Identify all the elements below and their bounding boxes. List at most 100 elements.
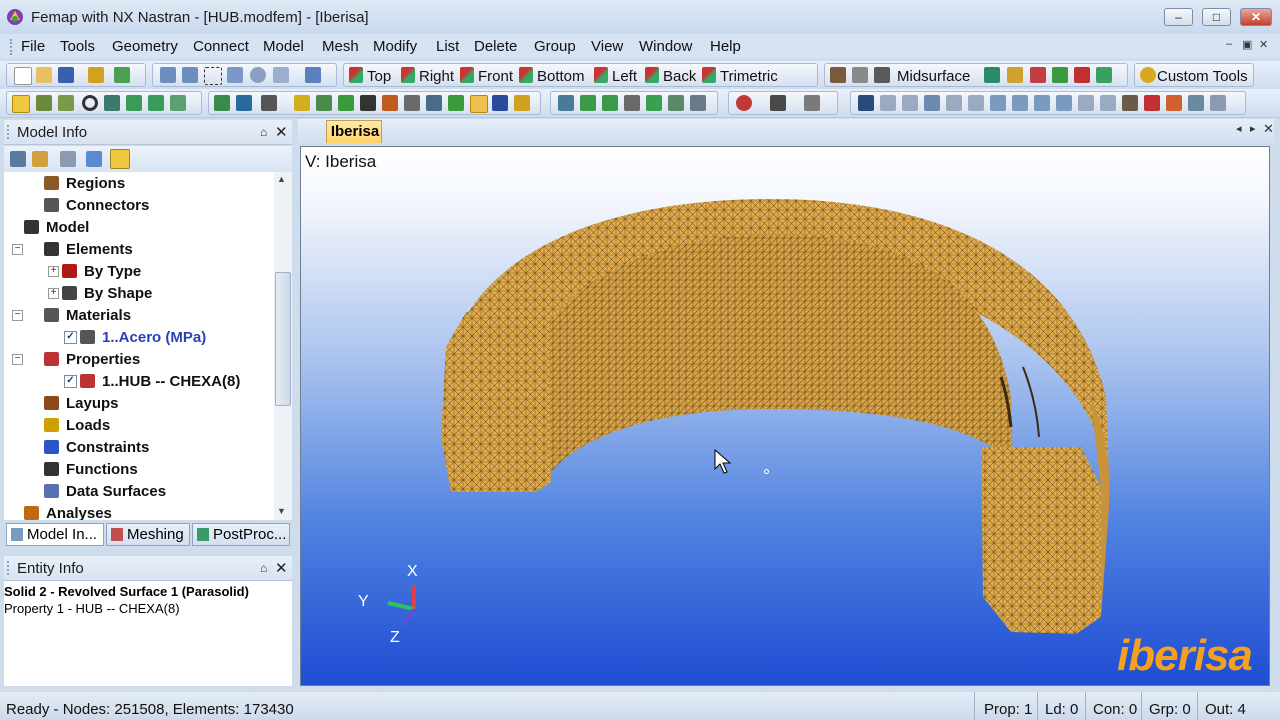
entity-10-icon[interactable] bbox=[470, 95, 488, 113]
view-top-button[interactable]: Top bbox=[367, 68, 391, 85]
menu-geometry[interactable]: Geometry bbox=[112, 38, 178, 55]
tree-item-model[interactable]: −Model bbox=[4, 216, 274, 238]
new-file-icon[interactable] bbox=[14, 67, 32, 85]
maximize-button[interactable]: □ bbox=[1202, 8, 1231, 26]
scroll-up-icon[interactable]: ▲ bbox=[277, 174, 286, 184]
solid-icon[interactable] bbox=[170, 95, 186, 111]
close-button[interactable]: ✕ bbox=[1240, 8, 1272, 26]
view-left-button[interactable]: Left bbox=[612, 68, 637, 85]
mdi-close-button[interactable]: ✕ bbox=[1259, 38, 1268, 51]
rotate-icon[interactable] bbox=[250, 67, 266, 83]
output-5-icon[interactable] bbox=[946, 95, 962, 111]
view-right-button[interactable]: Right bbox=[419, 68, 454, 85]
point-icon[interactable] bbox=[82, 95, 98, 111]
tree-expand-icon[interactable] bbox=[10, 151, 26, 167]
view-front-button[interactable]: Front bbox=[478, 68, 513, 85]
hub-mesh-model[interactable] bbox=[301, 147, 1269, 685]
entity-12-icon[interactable] bbox=[514, 95, 530, 111]
mesh-2-icon[interactable] bbox=[580, 95, 596, 111]
tree-filter-icon[interactable] bbox=[60, 151, 76, 167]
view-style-icon[interactable] bbox=[273, 67, 289, 83]
output-7-icon[interactable] bbox=[990, 95, 1006, 111]
mesh-4-icon[interactable] bbox=[624, 95, 640, 111]
output-16-icon[interactable] bbox=[1188, 95, 1204, 111]
entity-9-icon[interactable] bbox=[448, 95, 464, 111]
view-nav-next[interactable]: ▸ bbox=[1250, 122, 1256, 135]
output-10-icon[interactable] bbox=[1056, 95, 1072, 111]
tree-item-by-type[interactable]: + By Type bbox=[4, 260, 274, 282]
view-bottom-button[interactable]: Bottom bbox=[537, 68, 585, 85]
menu-file[interactable]: File bbox=[21, 38, 45, 55]
tree-expander[interactable]: + bbox=[48, 288, 59, 299]
output-14-icon[interactable] bbox=[1144, 95, 1160, 111]
tree-item-layups[interactable]: Layups bbox=[4, 392, 274, 414]
autoscale-icon[interactable] bbox=[227, 67, 243, 83]
select-mode-icon[interactable] bbox=[736, 95, 752, 111]
view-tab-iberisa[interactable]: Iberisa bbox=[326, 120, 382, 143]
entity-4-icon[interactable] bbox=[316, 95, 332, 111]
geom-tool-1-icon[interactable] bbox=[984, 67, 1000, 83]
view-nav-prev[interactable]: ◂ bbox=[1236, 122, 1242, 135]
midsurface-dropdown[interactable]: Midsurface bbox=[897, 68, 970, 85]
entity-1-icon[interactable] bbox=[214, 95, 230, 111]
output-6-icon[interactable] bbox=[968, 95, 984, 111]
output-9-icon[interactable] bbox=[1034, 95, 1050, 111]
entity-6-icon[interactable] bbox=[382, 95, 398, 111]
tree-scrollbar[interactable]: ▲ ▼ bbox=[274, 172, 292, 520]
view-options-icon[interactable] bbox=[305, 67, 321, 83]
tree-item-loads[interactable]: Loads bbox=[4, 414, 274, 436]
tree-item-1-acero-mpa[interactable]: ✓ 1..Acero (MPa) bbox=[4, 326, 274, 348]
geom-tool-2-icon[interactable] bbox=[1007, 67, 1023, 83]
mesh-5-icon[interactable] bbox=[646, 95, 662, 111]
tab-meshing[interactable]: Meshing bbox=[106, 523, 190, 546]
text-icon[interactable] bbox=[360, 95, 376, 111]
tab-postprocessing[interactable]: PostProc... bbox=[192, 523, 290, 546]
tree-item-constraints[interactable]: Constraints bbox=[4, 436, 274, 458]
tools-icon[interactable] bbox=[88, 67, 104, 83]
view-close-button[interactable]: ✕ bbox=[1263, 121, 1274, 137]
tree-item-data-surfaces[interactable]: Data Surfaces bbox=[4, 480, 274, 502]
geom-tool-4-icon[interactable] bbox=[1052, 67, 1068, 83]
entity-2-icon[interactable] bbox=[236, 95, 252, 111]
tree-item-functions[interactable]: Functions bbox=[4, 458, 274, 480]
menu-list[interactable]: List bbox=[436, 38, 459, 55]
entity-7-icon[interactable] bbox=[404, 95, 420, 111]
tab-model-info[interactable]: Model In... bbox=[6, 523, 104, 546]
menu-group[interactable]: Group bbox=[534, 38, 576, 55]
output-1-icon[interactable] bbox=[858, 95, 874, 111]
tree-item-elements[interactable]: − Elements bbox=[4, 238, 274, 260]
curve-icon[interactable] bbox=[126, 95, 142, 111]
menu-window[interactable]: Window bbox=[639, 38, 692, 55]
tree-checkbox[interactable]: ✓ bbox=[64, 375, 77, 388]
output-3-icon[interactable] bbox=[902, 95, 918, 111]
tree-item-regions[interactable]: Regions bbox=[4, 172, 274, 194]
tree-expander[interactable]: − bbox=[12, 354, 23, 365]
mesh-7-icon[interactable] bbox=[690, 95, 706, 111]
tree-arrow-icon[interactable] bbox=[86, 151, 102, 167]
minimize-button[interactable]: – bbox=[1164, 8, 1193, 26]
mesh-3-icon[interactable] bbox=[602, 95, 618, 111]
entity-3-icon[interactable] bbox=[294, 95, 310, 111]
menu-tools[interactable]: Tools bbox=[60, 38, 95, 55]
tree-edit-icon[interactable] bbox=[110, 149, 130, 169]
entity-5-icon[interactable] bbox=[338, 95, 354, 111]
tree-expander[interactable]: + bbox=[48, 266, 59, 277]
snap-icon[interactable] bbox=[36, 95, 52, 111]
graphics-viewport[interactable]: V: Iberisa X Y Z iberisa bbox=[300, 146, 1270, 686]
tree-item-materials[interactable]: − Materials bbox=[4, 304, 274, 326]
geom-tool-6-icon[interactable] bbox=[1096, 67, 1112, 83]
select-icon[interactable] bbox=[12, 95, 30, 113]
tree-checkbox[interactable]: ✓ bbox=[64, 331, 77, 344]
tree-item-1-hub-chexa-8[interactable]: ✓ 1..HUB -- CHEXA(8) bbox=[4, 370, 274, 392]
renumber-icon[interactable] bbox=[261, 95, 277, 111]
entity-pin-icon[interactable]: ⌂ bbox=[260, 561, 267, 575]
tree-item-properties[interactable]: − Properties bbox=[4, 348, 274, 370]
pin-icon[interactable]: ⌂ bbox=[260, 125, 267, 139]
output-4-icon[interactable] bbox=[924, 95, 940, 111]
mesh-tool-3-icon[interactable] bbox=[874, 67, 890, 83]
menu-view[interactable]: View bbox=[591, 38, 623, 55]
model-tools-icon[interactable] bbox=[114, 67, 130, 83]
tree-load-icon[interactable] bbox=[32, 151, 48, 167]
tree-expander[interactable]: − bbox=[12, 310, 23, 321]
workplane-icon[interactable] bbox=[58, 95, 74, 111]
